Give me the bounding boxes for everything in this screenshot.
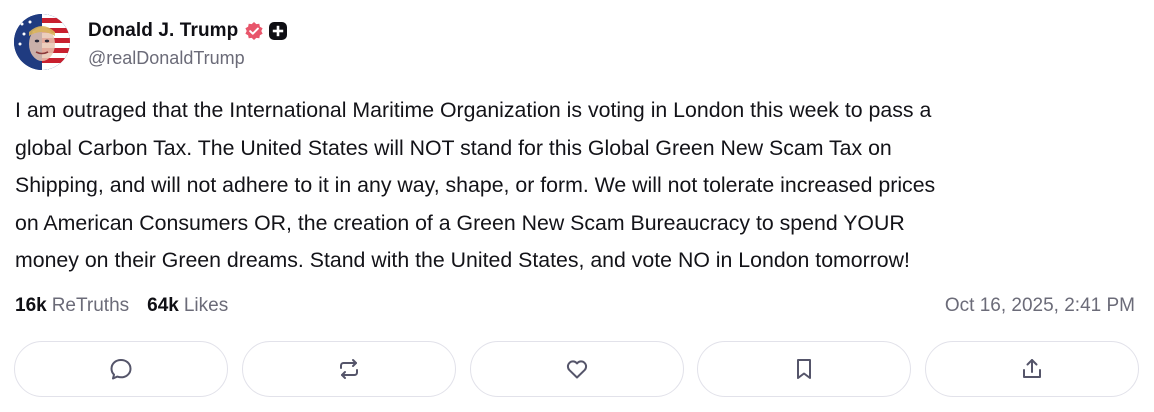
like-icon xyxy=(566,360,587,379)
post-timestamp[interactable]: Oct 16, 2025, 2:41 PM xyxy=(945,293,1135,319)
retruth-icon xyxy=(339,359,358,379)
post-header: Donald J. Trump @realDonaldTrump xyxy=(14,14,1134,70)
retruths-count[interactable]: 16k xyxy=(15,295,47,317)
post-body: I am outraged that the International Mar… xyxy=(15,92,1140,280)
plus-badge-icon xyxy=(269,22,288,40)
like-button[interactable] xyxy=(469,341,684,397)
retruth-button[interactable] xyxy=(241,341,456,397)
author-name[interactable]: Donald J. Trump xyxy=(88,20,238,42)
action-bar xyxy=(14,341,1139,399)
reply-icon xyxy=(110,359,132,380)
bookmark-icon xyxy=(797,359,812,379)
post-text-line: on American Consumers OR, the creation o… xyxy=(15,210,905,235)
post-stats: 16k ReTruths 64k Likes xyxy=(15,293,228,319)
author-handle[interactable]: @realDonaldTrump xyxy=(88,48,245,69)
post-text-line: global Carbon Tax. The United States wil… xyxy=(15,135,892,160)
post-text-line: I am outraged that the International Mar… xyxy=(15,98,932,122)
post-text-line: Shipping, and will not adhere to it in a… xyxy=(15,173,936,197)
bookmark-button[interactable] xyxy=(697,341,912,397)
reply-button[interactable] xyxy=(14,341,228,397)
verified-badge-icon xyxy=(244,21,264,41)
likes-count[interactable]: 64k xyxy=(147,295,179,317)
post-text-line: money on their Green dreams. Stand with … xyxy=(15,248,910,272)
author-avatar[interactable] xyxy=(14,14,70,70)
share-icon xyxy=(1023,359,1041,378)
likes-label[interactable]: Likes xyxy=(184,295,228,317)
retruths-label[interactable]: ReTruths xyxy=(52,295,129,317)
author-name-row: Donald J. Trump xyxy=(88,18,288,44)
share-button[interactable] xyxy=(925,341,1139,397)
flag-portrait-avatar xyxy=(14,14,70,70)
